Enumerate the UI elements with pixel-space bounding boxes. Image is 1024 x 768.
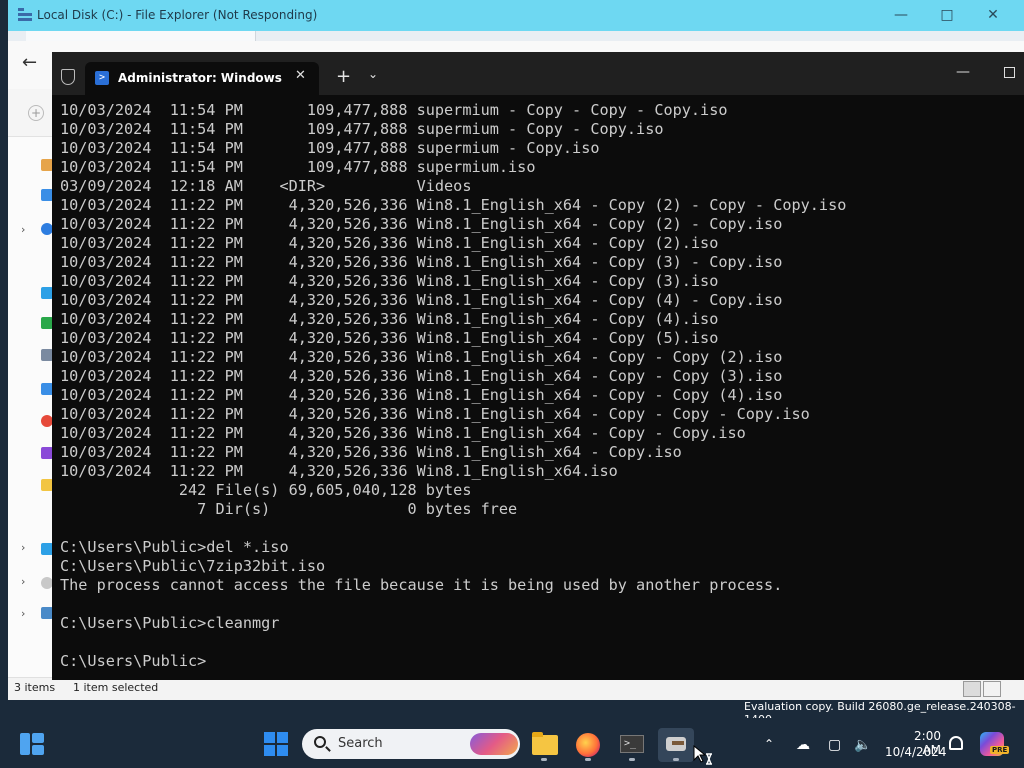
explorer-nav-pane: › › › › [8, 137, 53, 677]
terminal-line: 10/03/2024 11:22 PM 4,320,526,336 Win8.1… [60, 196, 847, 214]
terminal-line: 10/03/2024 11:22 PM 4,320,526,336 Win8.1… [60, 405, 810, 423]
terminal-line: 10/03/2024 11:22 PM 4,320,526,336 Win8.1… [60, 424, 746, 442]
status-item-count: 3 items [14, 681, 56, 694]
explorer-title: Local Disk (C:) - File Explorer (Not Res… [37, 8, 318, 22]
busy-cursor-icon [693, 745, 712, 765]
terminal-line: The process cannot access the file becau… [60, 576, 783, 594]
terminal-window[interactable]: > Administrator: Windows PowerShell ✕ + … [52, 52, 1024, 680]
terminal-lines: 10/03/2024 11:54 PM 109,477,888 supermiu… [60, 101, 846, 671]
shield-icon [61, 69, 75, 85]
terminal-tab[interactable]: > Administrator: Windows PowerShell ✕ [85, 62, 319, 95]
explorer-titlebar[interactable]: Local Disk (C:) - File Explorer (Not Res… [8, 0, 1024, 31]
terminal-tab-title: Administrator: Windows PowerShell [118, 71, 286, 85]
terminal-line: 10/03/2024 11:22 PM 4,320,526,336 Win8.1… [60, 348, 783, 366]
terminal-maximize-button[interactable] [1004, 67, 1015, 78]
terminal-line: 10/03/2024 11:22 PM 4,320,526,336 Win8.1… [60, 310, 719, 328]
taskbar-disk-cleanup[interactable] [658, 728, 694, 762]
explorer-tab-strip [8, 31, 1024, 41]
terminal-line: 10/03/2024 11:22 PM 4,320,526,336 Win8.1… [60, 443, 682, 461]
tiles-view-button[interactable] [983, 681, 1001, 697]
taskbar-file-explorer[interactable] [526, 728, 562, 762]
terminal-icon: >_ [620, 735, 644, 753]
details-view-button[interactable] [963, 681, 981, 697]
taskbar-firefox[interactable] [570, 728, 606, 762]
volume-icon[interactable]: 🔈 [854, 737, 871, 753]
expand-chevron-icon[interactable]: › [21, 223, 25, 236]
expand-chevron-icon[interactable]: › [21, 541, 25, 554]
taskbar-search[interactable]: Search [302, 729, 520, 759]
terminal-output[interactable]: 10/03/2024 11:54 PM 109,477,888 supermiu… [52, 95, 1024, 680]
terminal-line: 10/03/2024 11:22 PM 4,320,526,336 Win8.1… [60, 329, 719, 347]
terminal-tab-bar: > Administrator: Windows PowerShell ✕ + … [52, 52, 1024, 95]
terminal-line: 10/03/2024 11:54 PM 109,477,888 supermiu… [60, 158, 536, 176]
terminal-line: 10/03/2024 11:22 PM 4,320,526,336 Win8.1… [60, 272, 719, 290]
new-item-icon[interactable]: + [28, 105, 44, 121]
back-arrow-icon[interactable]: ← [22, 52, 37, 73]
terminal-line: 7 Dir(s) 0 bytes free [60, 500, 518, 518]
running-indicator [673, 758, 679, 761]
onedrive-offline-icon[interactable]: ☁ [796, 737, 810, 753]
terminal-line: C:\Users\Public> [60, 652, 207, 670]
taskbar-terminal[interactable]: >_ [614, 728, 650, 762]
running-indicator [541, 758, 547, 761]
terminal-line: 10/03/2024 11:22 PM 4,320,526,336 Win8.1… [60, 253, 783, 271]
expand-chevron-icon[interactable]: › [21, 575, 25, 588]
terminal-line: 242 File(s) 69,605,040,128 bytes [60, 481, 472, 499]
terminal-line: 10/03/2024 11:22 PM 4,320,526,336 Win8.1… [60, 291, 783, 309]
explorer-maximize-button[interactable]: □ [924, 0, 970, 31]
disk-cleanup-icon [666, 737, 686, 751]
chevron-down-icon[interactable]: ⌄ [368, 67, 378, 81]
copilot-badge: PRE [990, 746, 1010, 754]
terminal-minimize-button[interactable]: — [956, 64, 970, 80]
running-indicator [629, 758, 635, 761]
search-highlight-icon [470, 733, 518, 755]
explorer-app-icon [18, 8, 32, 21]
running-indicator [585, 758, 591, 761]
terminal-line: 10/03/2024 11:22 PM 4,320,526,336 Win8.1… [60, 386, 783, 404]
new-tab-icon[interactable]: + [336, 66, 351, 87]
terminal-line: 10/03/2024 11:22 PM 4,320,526,336 Win8.1… [60, 234, 719, 252]
clock-date[interactable]: 10/4/2024 [885, 745, 947, 759]
terminal-line: 10/03/2024 11:22 PM 4,320,526,336 Win8.1… [60, 367, 783, 385]
explorer-status-bar [8, 677, 1024, 700]
terminal-line: C:\Users\Public>del *.iso [60, 538, 289, 556]
terminal-line: C:\Users\Public>cleanmgr [60, 614, 280, 632]
start-button[interactable] [264, 732, 288, 756]
expand-chevron-icon[interactable]: › [21, 607, 25, 620]
terminal-line: 10/03/2024 11:54 PM 109,477,888 supermiu… [60, 120, 664, 138]
terminal-line: 10/03/2024 11:54 PM 109,477,888 supermiu… [60, 139, 600, 157]
terminal-line: 10/03/2024 11:54 PM 109,477,888 supermiu… [60, 101, 728, 119]
close-tab-icon[interactable]: ✕ [295, 68, 306, 83]
search-icon [314, 736, 326, 748]
terminal-line: C:\Users\Public\7zip32bit.iso [60, 557, 326, 575]
firefox-icon [576, 733, 600, 757]
terminal-line: 03/09/2024 12:18 AM <DIR> Videos [60, 177, 472, 195]
notification-bell-icon[interactable] [949, 736, 963, 750]
explorer-close-button[interactable]: ✕ [970, 0, 1016, 31]
widgets-icon[interactable] [20, 733, 44, 755]
explorer-minimize-button[interactable]: — [878, 0, 924, 31]
status-selection: 1 item selected [73, 681, 159, 694]
network-icon[interactable]: ▢ [828, 737, 841, 753]
tray-overflow-chevron-icon[interactable]: ⌃ [764, 737, 774, 751]
file-explorer-icon [532, 732, 558, 755]
search-label: Search [338, 736, 383, 751]
terminal-line: 10/03/2024 11:22 PM 4,320,526,336 Win8.1… [60, 462, 618, 480]
terminal-line: 10/03/2024 11:22 PM 4,320,526,336 Win8.1… [60, 215, 783, 233]
powershell-icon: > [95, 71, 109, 85]
